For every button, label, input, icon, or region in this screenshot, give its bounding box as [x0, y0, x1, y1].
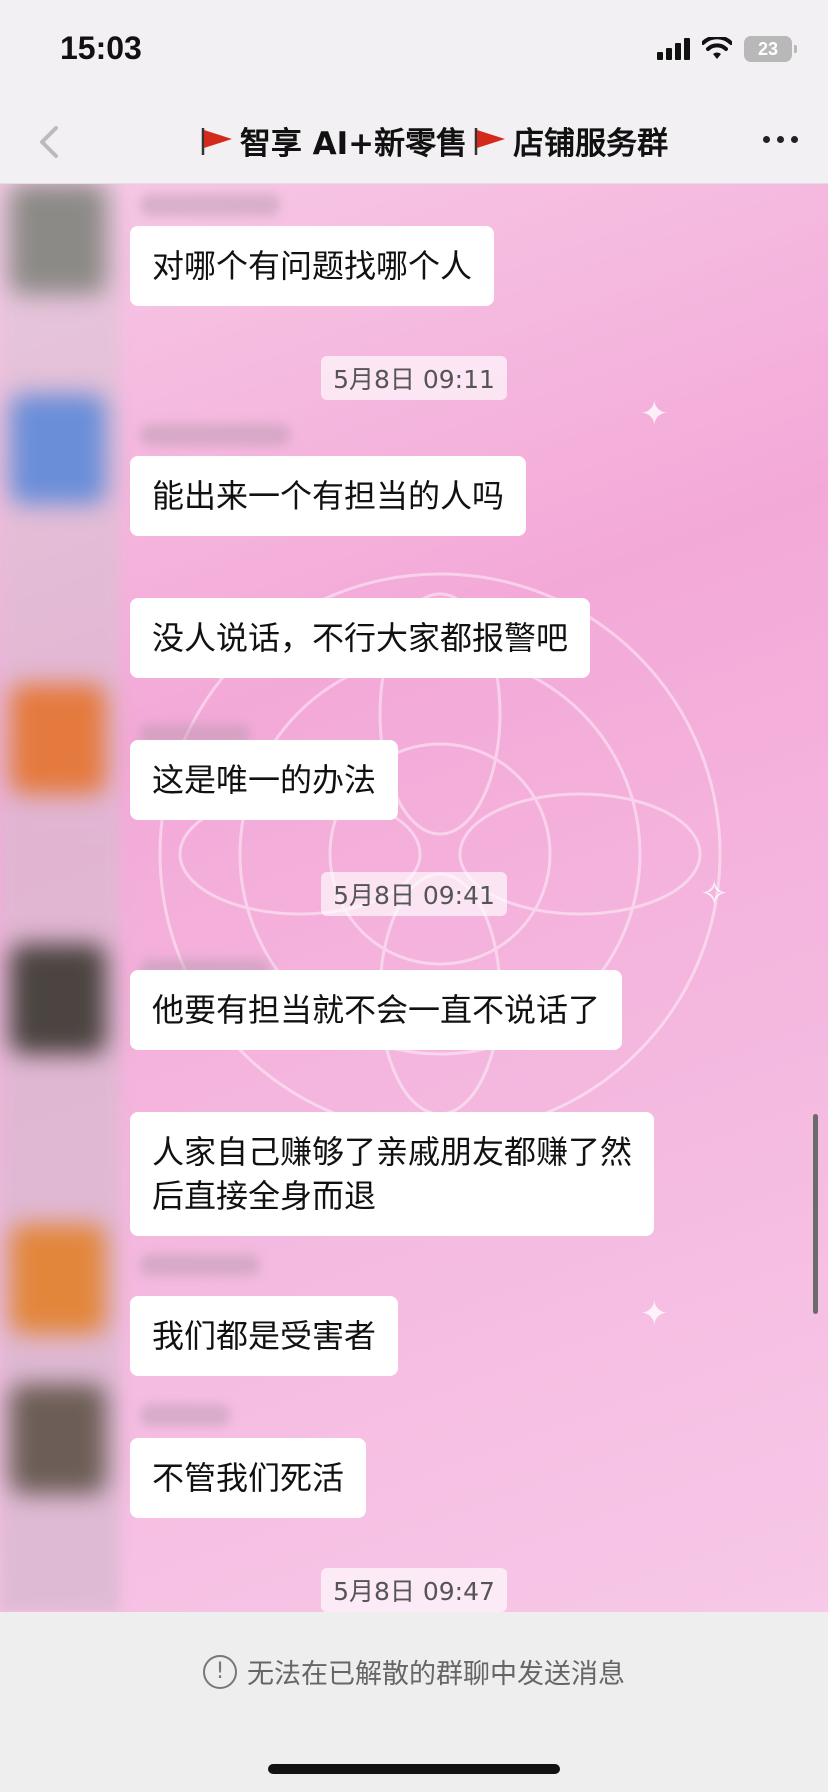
status-time: 15:03 — [60, 30, 142, 66]
message-bubble[interactable]: 他要有担当就不会一直不说话了 — [130, 970, 623, 1050]
flag-icon — [201, 127, 232, 155]
avatar[interactable] — [10, 394, 106, 504]
more-dots-icon[interactable] — [763, 136, 798, 143]
message-bubble[interactable]: 不管我们死活 — [130, 1438, 367, 1518]
chat-title-part2: 店铺服务群 — [513, 126, 669, 162]
sender-name — [140, 1404, 230, 1426]
message-bubble[interactable]: 没人说话，不行大家都报警吧 — [130, 598, 591, 678]
chat-area[interactable]: ✦ ✦ ✧ 对哪个有问题找哪个人 5月8日 09:11 能出来一个有担当的人吗 … — [0, 184, 828, 1612]
disbanded-notice: ! 无法在已解散的群聊中发送消息 — [0, 1652, 828, 1691]
message-bubble[interactable]: 能出来一个有担当的人吗 — [130, 456, 527, 536]
sender-name — [140, 424, 290, 446]
avatar[interactable] — [10, 1224, 106, 1334]
info-circle-icon: ! — [203, 1654, 237, 1689]
message-timestamp: 5月8日 09:47 — [0, 1568, 828, 1612]
nav-bar: 智享 AI+新零售 店铺服务群 — [0, 100, 828, 184]
message-timestamp: 5月8日 09:11 — [0, 356, 828, 400]
avatar[interactable] — [10, 684, 106, 794]
avatar[interactable] — [10, 184, 106, 294]
flag-icon — [474, 127, 506, 155]
chevron-left-icon[interactable] — [32, 122, 68, 162]
scrollbar[interactable] — [813, 1114, 818, 1314]
status-icons: 23 — [657, 36, 797, 62]
status-bar: 15:03 23 — [0, 0, 828, 100]
sparkle-icon: ✦ — [640, 394, 669, 434]
message-bubble[interactable]: 这是唯一的办法 — [130, 740, 399, 820]
battery-icon: 23 — [744, 36, 797, 62]
avatar[interactable] — [10, 944, 106, 1054]
message-timestamp: 5月8日 09:41 — [0, 872, 828, 916]
message-bubble[interactable]: 人家自己赚够了亲戚朋友都赚了然 后直接全身而退 — [130, 1112, 655, 1236]
home-indicator[interactable] — [268, 1764, 560, 1774]
message-bubble[interactable]: 对哪个有问题找哪个人 — [130, 226, 495, 306]
disbanded-notice-text: 无法在已解散的群聊中发送消息 — [247, 1659, 625, 1690]
sender-name — [140, 194, 280, 216]
signal-icon — [657, 38, 690, 60]
sparkle-icon: ✦ — [640, 1294, 669, 1334]
chat-title-part1: 智享 AI+新零售 — [239, 126, 468, 162]
chat-title: 智享 AI+新零售 店铺服务群 — [160, 118, 708, 163]
wifi-icon — [702, 37, 732, 59]
message-bubble[interactable]: 我们都是受害者 — [130, 1296, 399, 1376]
sender-name — [140, 1254, 260, 1276]
avatar[interactable] — [10, 1384, 106, 1494]
